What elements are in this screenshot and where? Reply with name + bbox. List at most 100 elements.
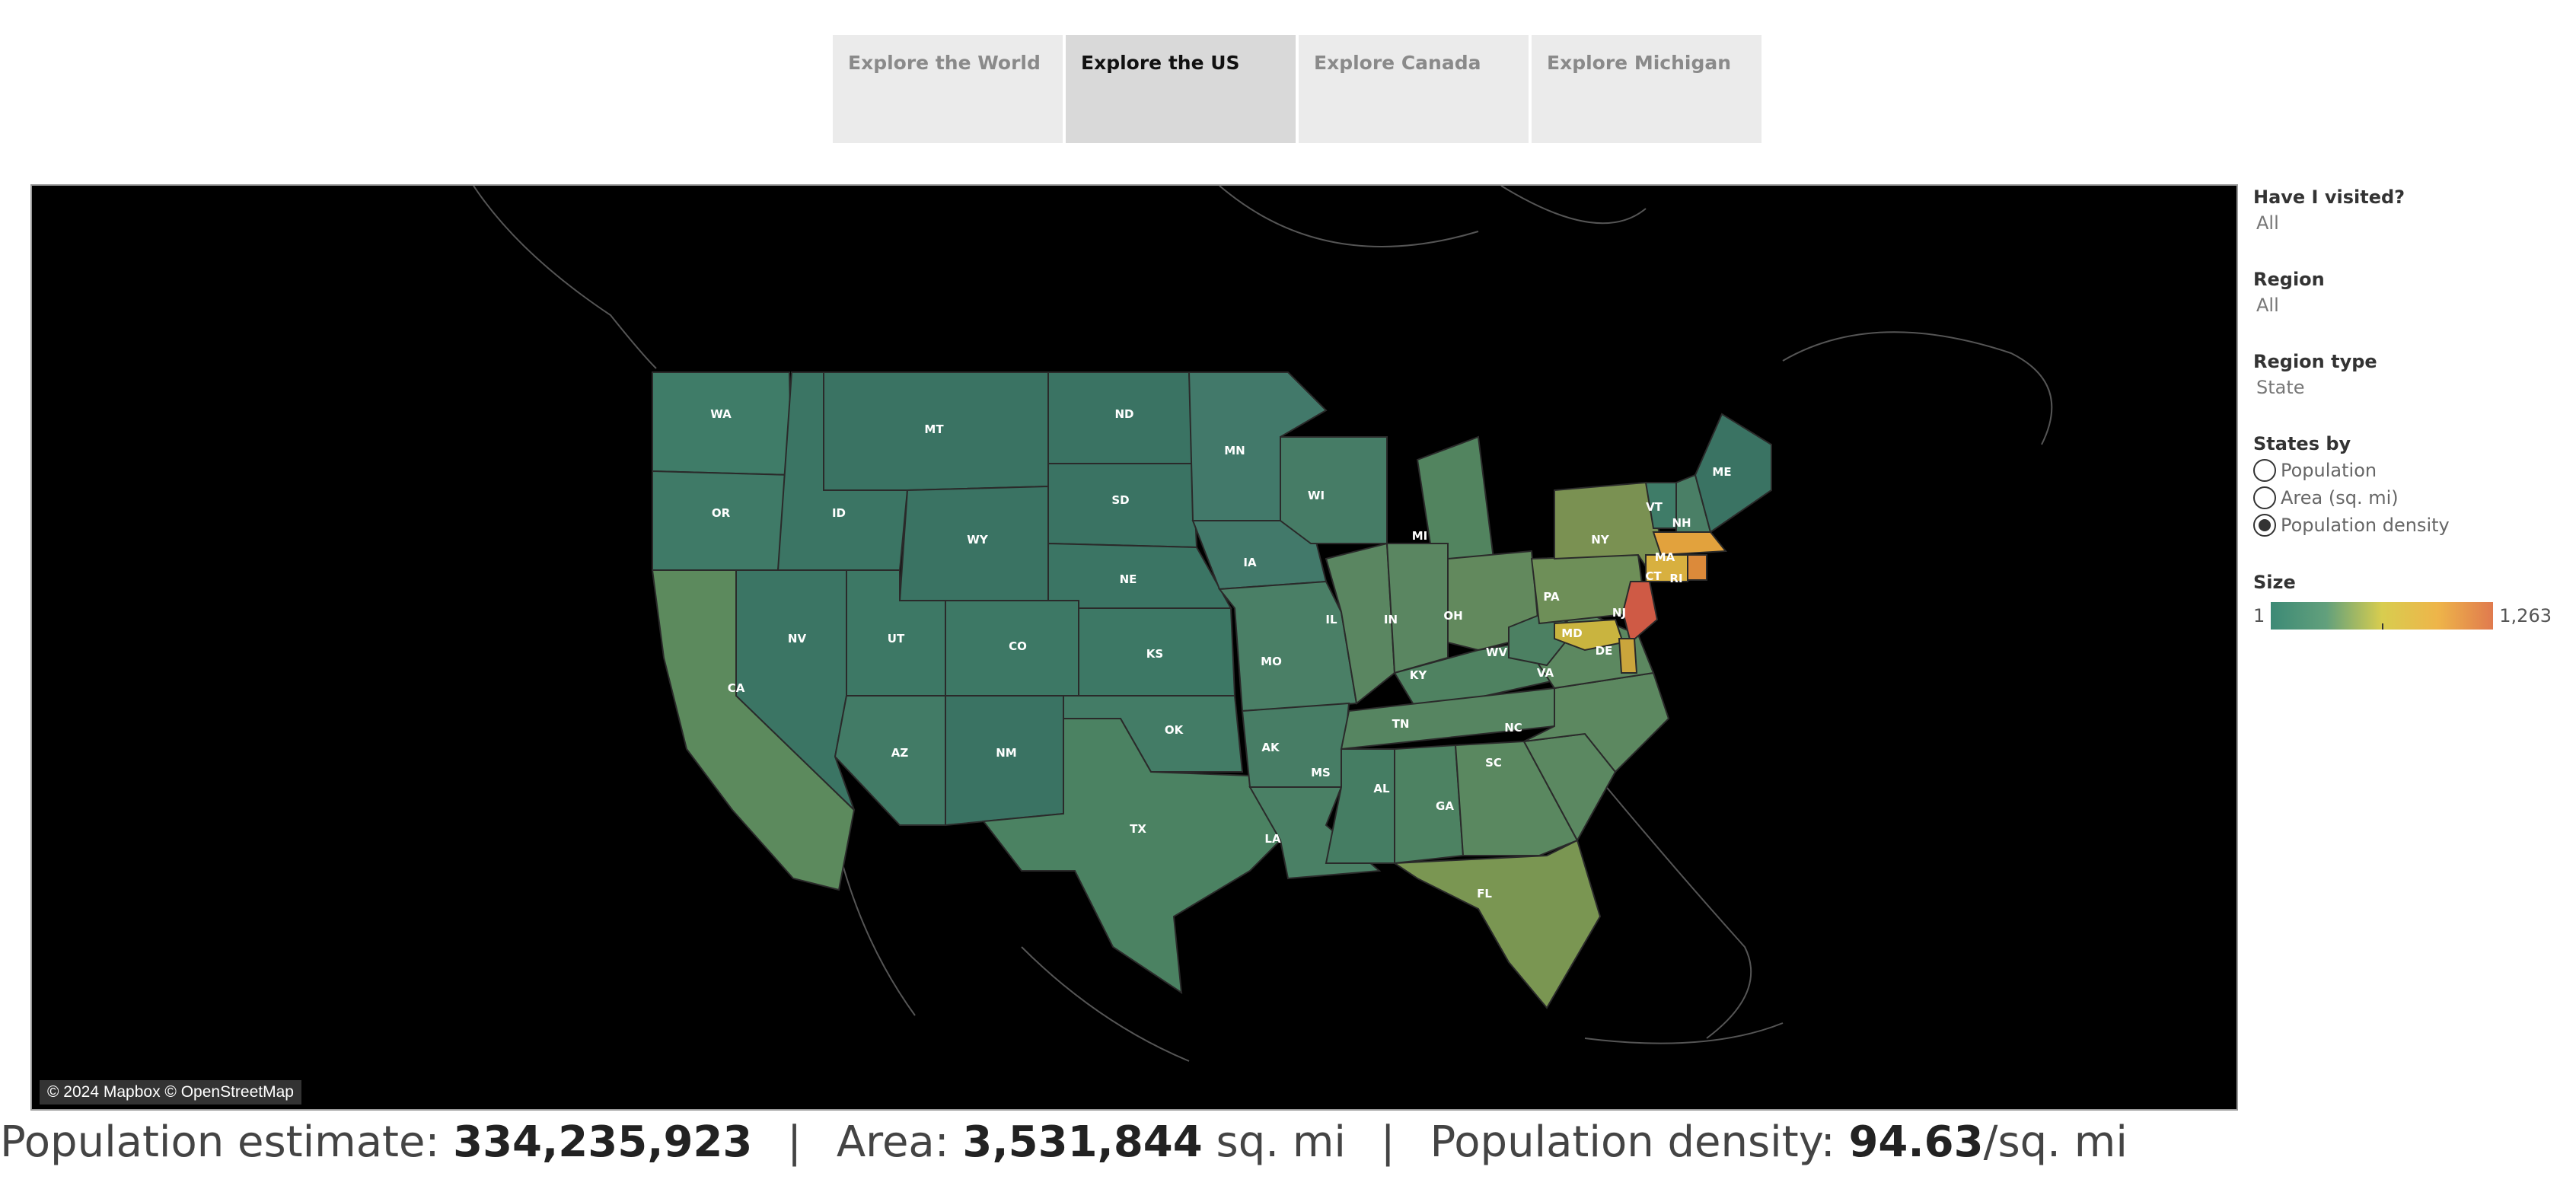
- filter-region-type-title: Region type: [2253, 351, 2377, 372]
- states-by-group: States by Population Area (sq. mi) Popul…: [2253, 433, 2565, 537]
- filter-sidebar: Have I visited? All Region All Region ty…: [2253, 186, 2565, 665]
- state-shape-fl: [1392, 839, 1602, 1009]
- state-label-az: AZ: [891, 746, 909, 760]
- state-label-ak: AK: [1261, 741, 1280, 754]
- state-label-nj: NJ: [1612, 606, 1626, 620]
- state-shape-ak: [1241, 702, 1350, 788]
- size-legend: Size 1 1,263: [2253, 572, 2565, 630]
- area-label: Area:: [836, 1117, 949, 1167]
- legend-gradient-bar: [2271, 602, 2494, 630]
- state-label-ny: NY: [1591, 533, 1610, 547]
- state-label-nm: NM: [996, 746, 1016, 760]
- state-shape-in: [1385, 543, 1449, 674]
- state-label-oh: OH: [1443, 609, 1462, 623]
- state-shape-wi: [1280, 436, 1388, 544]
- radio-population-circle[interactable]: [2253, 459, 2276, 482]
- state-label-ne: NE: [1120, 572, 1137, 586]
- dashboard-tabs: Explore the World Explore the US Explore…: [833, 35, 1761, 143]
- state-label-tn: TN: [1392, 717, 1410, 731]
- density-unit: /sq. mi: [1983, 1117, 2128, 1167]
- state-label-va: VA: [1537, 666, 1554, 680]
- filter-visited[interactable]: Have I visited? All: [2253, 186, 2565, 234]
- size-legend-title: Size: [2253, 572, 2296, 593]
- state-label-co: CO: [1009, 639, 1027, 653]
- filter-region-type[interactable]: Region type State: [2253, 351, 2565, 398]
- state-label-ma: MA: [1655, 550, 1675, 564]
- state-label-nc: NC: [1504, 721, 1522, 735]
- legend-max: 1,263: [2499, 605, 2552, 626]
- state-label-id: ID: [832, 506, 846, 520]
- summary-bar: Population estimate: 334,235,923 | Area:…: [0, 1117, 2128, 1167]
- state-label-sc: SC: [1485, 756, 1502, 770]
- filter-region-value[interactable]: All: [2256, 295, 2565, 316]
- state-label-nv: NV: [788, 632, 807, 646]
- tab-explore-us[interactable]: Explore the US: [1066, 35, 1296, 143]
- legend-row: 1 1,263: [2253, 602, 2565, 630]
- filter-region-title: Region: [2253, 269, 2325, 290]
- area-unit: sq. mi: [1216, 1117, 1346, 1167]
- state-label-ri: RI: [1669, 572, 1682, 585]
- state-label-ca: CA: [728, 681, 745, 695]
- state-label-ut: UT: [888, 632, 905, 646]
- state-label-ky: KY: [1410, 668, 1428, 682]
- state-label-de: DE: [1596, 644, 1613, 658]
- state-label-la: LA: [1264, 832, 1281, 846]
- state-shape-ne: [1047, 542, 1232, 609]
- map-attribution[interactable]: © 2024 Mapbox © OpenStreetMap: [40, 1080, 301, 1105]
- state-shape-mo: [1218, 580, 1358, 712]
- state-label-ga: GA: [1436, 799, 1454, 813]
- us-choropleth-map[interactable]: WA OR CA ID NV MT WY UT AZ CO NM ND SD N…: [30, 184, 2238, 1111]
- state-label-me: ME: [1712, 465, 1731, 479]
- filter-region[interactable]: Region All: [2253, 269, 2565, 316]
- population-value: 334,235,923: [453, 1117, 753, 1167]
- radio-population-density[interactable]: Population density: [2253, 514, 2565, 537]
- density-label: Population density:: [1430, 1117, 1835, 1167]
- state-shapes: [651, 371, 1772, 1009]
- legend-tick: [2382, 623, 2384, 630]
- state-label-or: OR: [712, 506, 731, 520]
- state-label-sd: SD: [1111, 493, 1129, 507]
- filter-visited-value[interactable]: All: [2256, 212, 2565, 234]
- state-label-mt: MT: [924, 422, 944, 436]
- density-value: 94.63: [1848, 1117, 1984, 1167]
- radio-population-density-circle[interactable]: [2253, 514, 2276, 537]
- area-value: 3,531,844: [962, 1117, 1203, 1167]
- tab-explore-michigan[interactable]: Explore Michigan: [1532, 35, 1761, 143]
- tab-explore-world[interactable]: Explore the World: [833, 35, 1063, 143]
- radio-area[interactable]: Area (sq. mi): [2253, 486, 2565, 509]
- state-label-wv: WV: [1486, 646, 1508, 659]
- state-label-wi: WI: [1308, 489, 1325, 502]
- state-shape-de: [1618, 638, 1638, 674]
- population-label: Population estimate:: [0, 1117, 440, 1167]
- state-label-ia: IA: [1243, 556, 1257, 569]
- state-shape-ri: [1687, 554, 1707, 581]
- states-by-title: States by: [2253, 433, 2351, 454]
- radio-population-label: Population: [2281, 460, 2377, 481]
- state-label-mn: MN: [1224, 444, 1245, 457]
- map-canvas: WA OR CA ID NV MT WY UT AZ CO NM ND SD N…: [473, 186, 2053, 1062]
- state-label-wy: WY: [967, 533, 989, 547]
- state-label-wa: WA: [710, 407, 732, 421]
- legend-min: 1: [2253, 605, 2265, 626]
- state-label-mo: MO: [1261, 655, 1282, 668]
- radio-population[interactable]: Population: [2253, 459, 2565, 482]
- state-label-vt: VT: [1646, 500, 1663, 514]
- state-label-fl: FL: [1477, 887, 1492, 901]
- state-shape-me: [1694, 413, 1772, 534]
- state-shape-mi: [1416, 435, 1495, 559]
- separator: |: [787, 1117, 802, 1167]
- tab-explore-canada[interactable]: Explore Canada: [1299, 35, 1529, 143]
- state-shape-wa: [652, 371, 793, 477]
- state-label-tx: TX: [1130, 822, 1146, 836]
- radio-area-label: Area (sq. mi): [2281, 487, 2399, 508]
- filter-region-type-value[interactable]: State: [2256, 377, 2565, 398]
- radio-population-density-label: Population density: [2281, 515, 2450, 536]
- state-label-pa: PA: [1543, 590, 1560, 604]
- state-label-ks: KS: [1146, 647, 1163, 661]
- state-label-nh: NH: [1672, 516, 1691, 530]
- radio-area-circle[interactable]: [2253, 486, 2276, 509]
- state-label-al: AL: [1373, 782, 1390, 795]
- state-label-in: IN: [1384, 613, 1398, 626]
- state-label-ok: OK: [1165, 723, 1184, 737]
- state-label-mi: MI: [1412, 529, 1428, 543]
